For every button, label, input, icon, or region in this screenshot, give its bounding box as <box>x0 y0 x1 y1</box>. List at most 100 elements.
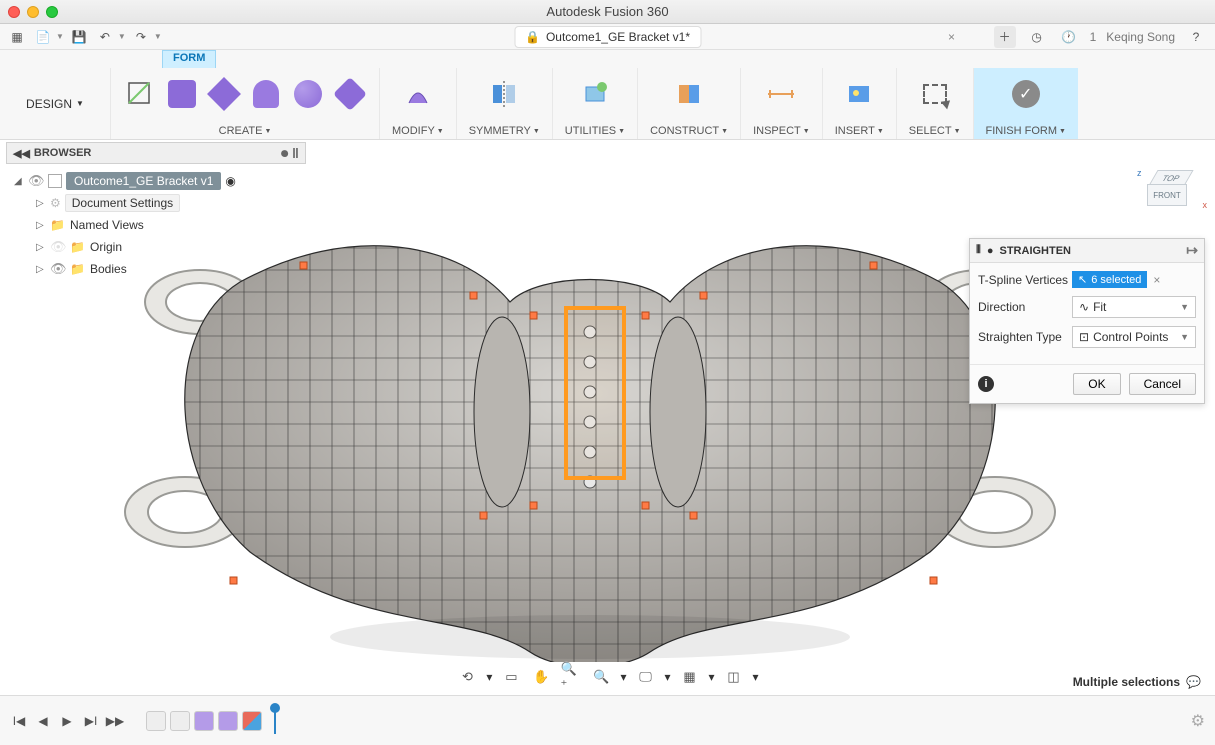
timeline-feature[interactable] <box>194 711 214 731</box>
undo-icon[interactable]: ↶ <box>94 26 116 48</box>
browser-collapse-icon[interactable]: ◀◀ <box>13 147 30 160</box>
insert-icon[interactable] <box>842 77 876 111</box>
zoom-window-icon[interactable]: 🔍 <box>590 667 612 687</box>
ribbon-utilities-label[interactable]: UTILITIES <box>565 125 616 137</box>
timeline-feature[interactable] <box>146 711 166 731</box>
construct-icon[interactable] <box>672 77 706 111</box>
expand-icon[interactable]: ◢ <box>14 176 24 187</box>
expand-icon[interactable]: ▷ <box>36 242 46 253</box>
user-name[interactable]: Keqing Song <box>1106 30 1175 44</box>
browser-pin-icon[interactable]: ⏺ ‖ <box>281 145 299 162</box>
visibility-icon[interactable]: 👁 <box>50 261 66 277</box>
ok-button[interactable]: OK <box>1073 373 1120 395</box>
clear-selection-icon[interactable]: × <box>1153 273 1160 287</box>
browser-panel: ◀◀ BROWSER ⏺ ‖ ◢ 👁 Outcome1_GE Bracket v… <box>6 142 306 286</box>
select-icon[interactable] <box>918 77 952 111</box>
dialog-collapse-icon[interactable]: ⦀ <box>976 244 981 257</box>
timeline-next-icon[interactable]: ▶I <box>82 712 100 730</box>
workspace-label: DESIGN <box>26 97 72 111</box>
workspace-switcher[interactable]: DESIGN▼ <box>0 68 110 139</box>
tree-item-bodies[interactable]: ▷ 👁 📁 Bodies <box>8 258 304 280</box>
vertices-selection-badge[interactable]: ↖ 6 selected <box>1072 271 1147 288</box>
timeline-playhead[interactable] <box>274 708 276 734</box>
plane-primitive-icon[interactable] <box>207 77 241 111</box>
timeline-start-icon[interactable]: I◀ <box>10 712 28 730</box>
utilities-icon[interactable] <box>578 77 612 111</box>
grid-settings-icon[interactable]: ▦ <box>679 667 701 687</box>
grid-apps-icon[interactable]: ▦ <box>6 26 28 48</box>
component-icon <box>48 174 62 188</box>
help-icon[interactable]: ? <box>1185 26 1207 48</box>
tree-item-label: Origin <box>90 240 122 254</box>
symmetry-icon[interactable] <box>487 77 521 111</box>
notifications-icon[interactable]: ◷ <box>1026 26 1048 48</box>
axis-x-icon: x <box>1203 200 1208 210</box>
straighten-dialog: ⦀ ● STRAIGHTEN ↦ T-Spline Vertices ↖ 6 s… <box>969 238 1205 404</box>
ribbon-construct-label[interactable]: CONSTRUCT <box>650 125 719 137</box>
sphere-primitive-icon[interactable] <box>291 77 325 111</box>
direction-combo[interactable]: ∿Fit ▼ <box>1072 296 1196 318</box>
sketch-icon[interactable] <box>123 77 157 111</box>
tree-item-label: Document Settings <box>65 194 180 212</box>
viewcube-front[interactable]: FRONT <box>1147 184 1187 206</box>
expand-icon[interactable]: ▷ <box>36 198 46 209</box>
ribbon-modify-label[interactable]: MODIFY <box>392 125 435 137</box>
tree-item-named-views[interactable]: ▷ 📁 Named Views <box>8 214 304 236</box>
lock-icon: 🔒 <box>525 30 540 44</box>
dialog-header[interactable]: ⦀ ● STRAIGHTEN ↦ <box>970 239 1204 263</box>
cancel-button[interactable]: Cancel <box>1129 373 1196 395</box>
file-icon[interactable]: 📄 <box>32 26 54 48</box>
view-cube[interactable]: TOP FRONT z x <box>1145 170 1199 214</box>
ribbon-select-label[interactable]: SELECT <box>909 125 952 137</box>
pan-icon[interactable]: ✋ <box>530 667 552 687</box>
document-tab[interactable]: 🔒 Outcome1_GE Bracket v1* <box>514 26 701 48</box>
info-icon[interactable]: i <box>978 376 994 392</box>
comment-icon[interactable]: 💬 <box>1186 675 1201 689</box>
zoom-icon[interactable]: 🔍⁺ <box>560 667 582 687</box>
tree-item-document-settings[interactable]: ▷ ⚙ Document Settings <box>8 192 304 214</box>
direction-label: Direction <box>978 300 1072 314</box>
timeline-settings-icon[interactable]: ⚙ <box>1191 711 1205 731</box>
save-icon[interactable]: 💾 <box>68 26 90 48</box>
viewport-layout-icon[interactable]: ◫ <box>723 667 745 687</box>
timeline-play-icon[interactable]: ▶ <box>58 712 76 730</box>
quadball-primitive-icon[interactable] <box>333 77 367 111</box>
visibility-icon[interactable]: 👁 <box>28 173 44 189</box>
ribbon-insert-label[interactable]: INSERT <box>835 125 875 137</box>
close-tab-icon[interactable]: × <box>948 30 955 44</box>
form-context-tab[interactable]: FORM <box>162 50 216 68</box>
display-settings-icon[interactable]: 🖵 <box>634 667 656 687</box>
new-tab-icon[interactable]: ＋ <box>994 26 1016 48</box>
ribbon-group-utilities: UTILITIES▼ <box>552 68 637 139</box>
inspect-icon[interactable] <box>764 77 798 111</box>
finish-form-icon[interactable]: ✓ <box>1009 77 1043 111</box>
tree-root[interactable]: ◢ 👁 Outcome1_GE Bracket v1 ◉ <box>8 170 304 192</box>
expand-icon[interactable]: ▷ <box>36 220 46 231</box>
cylinder-primitive-icon[interactable] <box>249 77 283 111</box>
dialog-row-direction: Direction ∿Fit ▼ <box>978 296 1196 318</box>
timeline-end-icon[interactable]: ▶▶ <box>106 712 124 730</box>
redo-icon[interactable]: ↷ <box>130 26 152 48</box>
dialog-pin-icon[interactable]: ↦ <box>1186 242 1198 259</box>
active-component-icon[interactable]: ◉ <box>225 174 235 188</box>
expand-icon[interactable]: ▷ <box>36 264 46 275</box>
visibility-icon[interactable]: 👁 <box>50 239 66 255</box>
browser-title: BROWSER <box>34 147 91 159</box>
direction-value: Fit <box>1093 300 1106 314</box>
type-combo[interactable]: ⊡Control Points ▼ <box>1072 326 1196 348</box>
look-at-icon[interactable]: ▭ <box>500 667 522 687</box>
browser-header[interactable]: ◀◀ BROWSER ⏺ ‖ <box>6 142 306 164</box>
ribbon-group-finish-form[interactable]: ✓ FINISH FORM▼ <box>973 68 1078 139</box>
tree-item-origin[interactable]: ▷ 👁 📁 Origin <box>8 236 304 258</box>
timeline-feature[interactable] <box>218 711 238 731</box>
edit-form-icon[interactable] <box>401 77 435 111</box>
orbit-icon[interactable]: ⟲ <box>456 667 478 687</box>
ribbon-inspect-label[interactable]: INSPECT <box>753 125 801 137</box>
timeline-feature[interactable] <box>170 711 190 731</box>
box-primitive-icon[interactable] <box>165 77 199 111</box>
ribbon-symmetry-label[interactable]: SYMMETRY <box>469 125 531 137</box>
timeline-prev-icon[interactable]: ◀ <box>34 712 52 730</box>
job-status-icon[interactable]: 🕐 <box>1058 26 1080 48</box>
ribbon-create-label[interactable]: CREATE <box>219 125 263 137</box>
timeline-feature[interactable] <box>242 711 262 731</box>
